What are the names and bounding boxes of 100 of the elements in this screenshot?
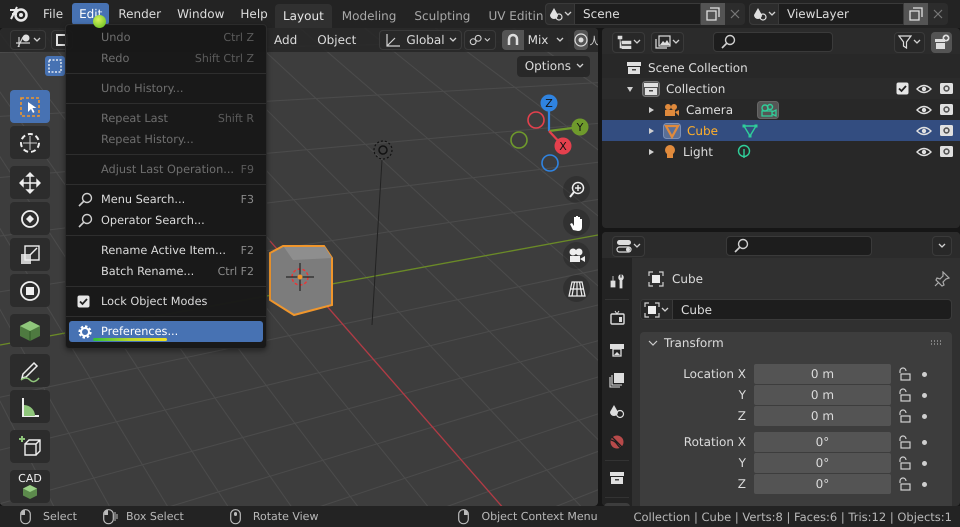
outliner-row[interactable]: Camera: [602, 99, 960, 120]
expand-arrow-icon[interactable]: [647, 148, 655, 156]
menu-item[interactable]: Render: [111, 3, 168, 25]
number-field[interactable]: 0°: [754, 474, 891, 494]
search-field[interactable]: [713, 32, 833, 52]
name-field[interactable]: Cube: [640, 299, 952, 320]
workspace-tab[interactable]: UV Editin: [480, 4, 552, 28]
camera-icon[interactable]: [939, 124, 954, 137]
lock-icon[interactable]: [897, 456, 911, 470]
keyframe-dot[interactable]: [922, 460, 927, 466]
lock-icon[interactable]: [897, 435, 911, 449]
view-layer-menu[interactable]: [651, 32, 684, 52]
editor-type-menu[interactable]: [10, 30, 46, 50]
negative-axis-handle[interactable]: [541, 154, 559, 172]
tool-button[interactable]: [10, 390, 50, 423]
keyframe-dot[interactable]: [922, 440, 927, 444]
keyframe-dot[interactable]: [922, 482, 927, 486]
number-field[interactable]: 0 m: [754, 364, 891, 384]
panel-title[interactable]: Transform: [664, 336, 724, 350]
select-mode-button[interactable]: [45, 56, 65, 76]
lock-icon[interactable]: [897, 409, 911, 423]
hand-button[interactable]: [563, 209, 590, 236]
pin-icon[interactable]: [934, 271, 950, 287]
search-field[interactable]: [726, 236, 872, 256]
duplicate-button[interactable]: [904, 3, 928, 25]
keyframe-dot[interactable]: [922, 414, 927, 418]
logo-icon[interactable]: [8, 5, 30, 23]
proportional-edit-toggle[interactable]: [574, 30, 588, 50]
camera-icon[interactable]: [939, 103, 954, 116]
editor-type-menu[interactable]: [612, 236, 645, 256]
number-field[interactable]: 0°: [754, 432, 891, 452]
collapse-chevron-icon[interactable]: [648, 338, 658, 348]
menu-item[interactable]: Preferences...: [69, 321, 263, 342]
tool-button[interactable]: [10, 430, 50, 463]
menu-item[interactable]: File: [36, 3, 70, 25]
checkbox[interactable]: [77, 295, 90, 308]
camera-icon[interactable]: [939, 145, 954, 158]
new-collection-button[interactable]: [931, 32, 952, 52]
zoom-button[interactable]: [563, 176, 590, 203]
outliner-row[interactable]: Light: [602, 141, 960, 162]
keyframe-dot[interactable]: [922, 372, 927, 376]
triangle-vertices-icon[interactable]: [742, 122, 758, 138]
expand-arrow-icon[interactable]: [647, 126, 655, 134]
scene-field[interactable]: Scene: [575, 3, 701, 25]
snap-toggle[interactable]: [502, 30, 524, 50]
tool-button[interactable]: [10, 314, 50, 347]
menu-item[interactable]: Menu Search... F3: [69, 189, 263, 210]
tool-button[interactable]: [10, 126, 50, 159]
camera-icon[interactable]: [939, 82, 954, 95]
eye-icon[interactable]: [916, 124, 932, 136]
collapse-arrow-icon[interactable]: [626, 84, 634, 92]
camera-icon[interactable]: [757, 100, 780, 118]
workspace-tab[interactable]: Modeling: [334, 4, 404, 28]
outliner-row[interactable]: Cube: [602, 120, 960, 141]
bulb-outline-icon[interactable]: [736, 144, 751, 160]
tool-button[interactable]: [10, 238, 50, 271]
lock-icon[interactable]: [897, 477, 911, 491]
tool-button[interactable]: [10, 202, 50, 235]
grip-icon[interactable]: [930, 340, 944, 346]
header-menu[interactable]: Add: [269, 31, 302, 49]
tool-button[interactable]: [10, 354, 50, 387]
outliner-row[interactable]: Scene Collection: [602, 57, 960, 78]
menu-item[interactable]: Lock Object Modes: [69, 291, 263, 312]
display-mode-menu[interactable]: [612, 32, 645, 52]
close-button[interactable]: [928, 3, 948, 25]
close-button[interactable]: [725, 3, 745, 25]
header-menu[interactable]: Object: [312, 31, 362, 49]
eye-icon[interactable]: [916, 82, 932, 94]
orientation-dropdown[interactable]: Global: [379, 30, 462, 50]
negative-axis-handle[interactable]: [510, 131, 528, 149]
workspace-tab[interactable]: Sculpting: [406, 4, 478, 28]
options-dropdown[interactable]: [932, 236, 952, 256]
perspective-grid-button[interactable]: [563, 275, 590, 302]
menu-item[interactable]: Rename Active Item... F2: [69, 240, 263, 261]
menu-item[interactable]: Operator Search...: [69, 210, 263, 231]
keyframe-dot[interactable]: [922, 392, 927, 398]
duplicate-button[interactable]: [701, 3, 725, 25]
tool-button[interactable]: [10, 166, 50, 199]
number-field[interactable]: 0°: [754, 453, 891, 473]
lock-icon[interactable]: [897, 367, 911, 381]
tool-button[interactable]: [10, 274, 50, 307]
axis-handle[interactable]: Y: [548, 118, 588, 136]
number-field[interactable]: 0 m: [754, 385, 891, 405]
menu-item[interactable]: Batch Rename... Ctrl F2: [69, 261, 263, 282]
data-block-menu[interactable]: [545, 3, 575, 25]
lock-icon[interactable]: [897, 388, 911, 402]
tool-button[interactable]: CAD: [10, 470, 50, 503]
data-block-menu[interactable]: [749, 3, 779, 25]
negative-axis-handle[interactable]: [527, 111, 545, 129]
menu-item[interactable]: Window: [170, 3, 232, 25]
axis-handle[interactable]: Z: [540, 94, 558, 131]
expand-arrow-icon[interactable]: [647, 106, 655, 114]
filter-menu[interactable]: [894, 32, 925, 52]
menu-item[interactable]: Help: [233, 3, 275, 25]
number-field[interactable]: 0 m: [754, 406, 891, 426]
options-dropdown[interactable]: Options: [516, 56, 590, 76]
camera-button[interactable]: [563, 242, 590, 269]
workspace-tab[interactable]: Layout: [275, 4, 332, 28]
pivot-dropdown[interactable]: [464, 30, 496, 50]
checkbox[interactable]: [896, 82, 909, 95]
